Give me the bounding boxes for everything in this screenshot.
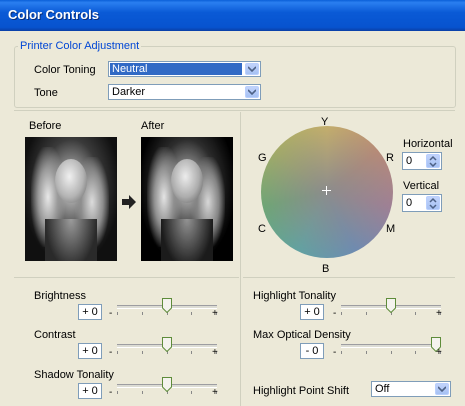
slider-tick (415, 312, 416, 315)
shadow-tonality-value: + 0 (78, 383, 102, 399)
highlight-point-shift-select[interactable]: Off (371, 381, 451, 397)
vertical-value: 0 (406, 197, 413, 209)
crosshair-icon (322, 186, 331, 195)
tone-select[interactable]: Darker (108, 84, 261, 100)
vertical-label: Vertical (403, 180, 440, 192)
contrast-label: Contrast (34, 329, 76, 341)
contrast-slider[interactable] (117, 337, 217, 354)
chevron-down-icon[interactable] (435, 383, 449, 395)
before-preview-image (25, 137, 117, 261)
slider-thumb[interactable] (386, 298, 396, 313)
slider-tick (191, 312, 192, 315)
slider-tick (117, 391, 118, 394)
slider-tick (191, 351, 192, 354)
horizontal-value: 0 (406, 155, 413, 167)
after-preview-image (141, 137, 233, 261)
slider-plus-sign: + (212, 347, 218, 358)
slider-plus-sign: + (212, 308, 218, 319)
wheel-label-m: M (386, 223, 396, 235)
slider-plus-sign: + (436, 308, 442, 319)
slider-thumb[interactable] (162, 377, 172, 392)
horizontal-spinner[interactable]: 0 (402, 152, 442, 170)
slider-tick (366, 351, 367, 354)
slider-tick (341, 351, 342, 354)
slider-minus-sign: - (109, 387, 113, 398)
slider-tick (142, 312, 143, 315)
max-optical-density-slider[interactable] (341, 337, 441, 354)
after-label: After (141, 120, 165, 132)
chevron-down-icon[interactable] (245, 63, 259, 75)
slider-plus-sign: + (212, 387, 218, 398)
slider-thumb[interactable] (162, 298, 172, 313)
spin-arrows-icon[interactable] (426, 196, 440, 210)
horizontal-divider (243, 277, 455, 278)
arrow-right-icon (122, 195, 136, 209)
slider-tick (191, 391, 192, 394)
highlight-point-shift-value: Off (375, 383, 390, 395)
slider-tick (341, 312, 342, 315)
wheel-label-g: G (258, 152, 267, 164)
chevron-down-icon[interactable] (245, 86, 259, 98)
highlight-tonality-label: Highlight Tonality (253, 290, 336, 302)
slider-thumb[interactable] (162, 337, 172, 352)
slider-tick (142, 351, 143, 354)
highlight-tonality-slider[interactable] (341, 298, 441, 315)
color-toning-label: Color Toning (34, 64, 96, 76)
window-title: Color Controls (8, 7, 99, 22)
shadow-tonality-slider[interactable] (117, 377, 217, 394)
contrast-value: + 0 (78, 343, 102, 359)
slider-tick (117, 351, 118, 354)
vertical-divider (240, 112, 241, 406)
color-toning-value: Neutral (110, 63, 242, 75)
vertical-spinner[interactable]: 0 (402, 194, 442, 212)
slider-tick (142, 391, 143, 394)
tone-label: Tone (34, 87, 58, 99)
slider-track[interactable] (341, 344, 441, 348)
slider-tick (415, 351, 416, 354)
highlight-tonality-value: + 0 (300, 304, 324, 320)
wheel-label-y: Y (321, 116, 329, 128)
color-toning-select[interactable]: Neutral (108, 61, 261, 77)
horizontal-divider (14, 110, 455, 111)
spin-arrows-icon[interactable] (426, 154, 440, 168)
slider-minus-sign: - (333, 347, 337, 358)
slider-minus-sign: - (333, 308, 337, 319)
highlight-point-shift-label: Highlight Point Shift (253, 385, 349, 397)
wheel-label-r: R (386, 152, 394, 164)
max-optical-density-label: Max Optical Density (253, 329, 351, 341)
horizontal-label: Horizontal (403, 138, 453, 150)
slider-tick (117, 312, 118, 315)
wheel-label-b: B (322, 263, 330, 275)
title-bar[interactable]: Color Controls (0, 0, 465, 31)
brightness-label: Brightness (34, 290, 86, 302)
slider-minus-sign: - (109, 347, 113, 358)
slider-tick (366, 312, 367, 315)
brightness-value: + 0 (78, 304, 102, 320)
horizontal-divider (14, 277, 239, 278)
max-optical-density-value: - 0 (300, 343, 324, 359)
slider-minus-sign: - (109, 308, 113, 319)
slider-tick (391, 351, 392, 354)
group-legend: Printer Color Adjustment (18, 40, 142, 52)
before-label: Before (29, 120, 62, 132)
shadow-tonality-label: Shadow Tonality (34, 369, 114, 381)
slider-plus-sign: + (436, 347, 442, 358)
brightness-slider[interactable] (117, 298, 217, 315)
wheel-label-c: C (258, 223, 266, 235)
tone-value: Darker (112, 86, 146, 98)
